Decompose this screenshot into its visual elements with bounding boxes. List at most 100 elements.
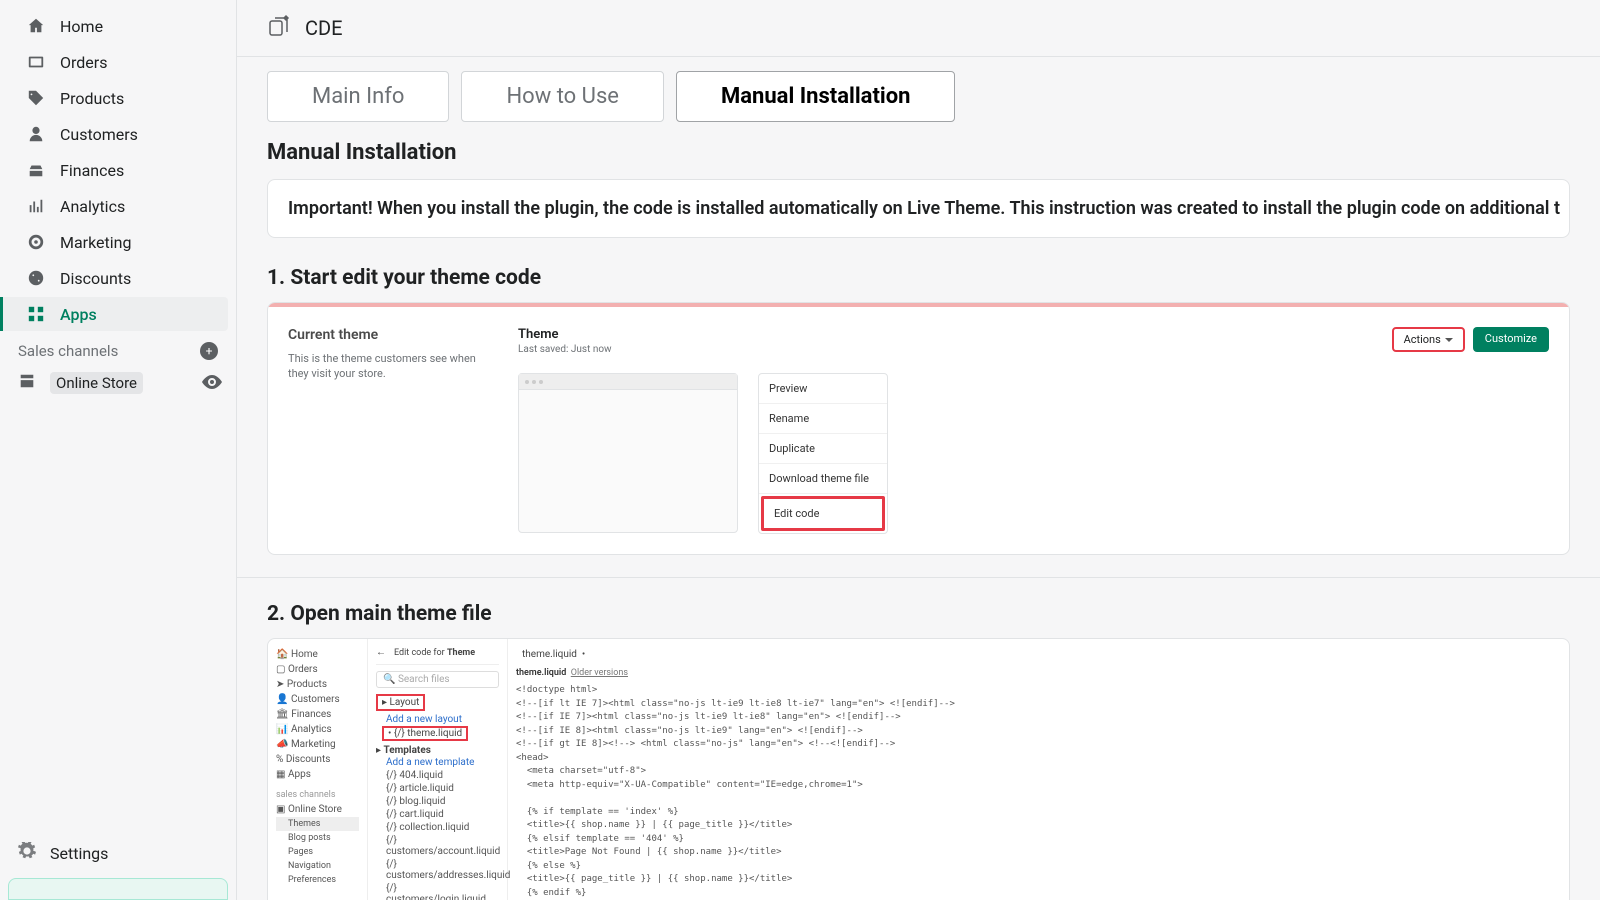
mini-nav-finances: 🏛 Finances	[276, 707, 359, 722]
settings-label: Settings	[50, 844, 108, 863]
customers-icon	[26, 124, 46, 144]
apps-icon	[26, 304, 46, 324]
back-arrow-icon[interactable]: ←	[376, 647, 386, 658]
customize-button[interactable]: Customize	[1473, 327, 1549, 352]
file-tab-labels: theme.liquid Older versions	[516, 668, 1561, 678]
nav-label: Discounts	[60, 269, 131, 288]
nav-settings[interactable]: Settings	[0, 828, 236, 878]
templates-folder[interactable]: ▸ Templates	[376, 745, 499, 756]
file-tab[interactable]: theme.liquid •	[516, 647, 1561, 662]
dropdown-duplicate[interactable]: Duplicate	[759, 434, 887, 464]
nav-label: Apps	[60, 305, 97, 324]
dropdown-rename[interactable]: Rename	[759, 404, 887, 434]
mini-nav-customers: 👤 Customers	[276, 692, 359, 707]
sidebar: Home Orders Products Customers Finances …	[0, 0, 237, 900]
mini-nav-analytics: 📊 Analytics	[276, 722, 359, 737]
mini-nav-products: ➤ Products	[276, 677, 359, 692]
mini-nav-blog: Blog posts	[276, 831, 359, 845]
file-item[interactable]: {/} cart.liquid	[376, 808, 499, 821]
nav-online-store[interactable]: Online Store	[0, 366, 236, 400]
add-channel-button[interactable]: +	[200, 342, 218, 360]
layout-folder[interactable]: ▸ Layout	[376, 694, 425, 711]
page-title: Manual Installation	[237, 122, 1600, 179]
mini-nav-prefs: Preferences	[276, 873, 359, 887]
actions-button[interactable]: Actions	[1392, 327, 1465, 352]
step2-title: 2. Open main theme file	[237, 596, 1600, 638]
step2-screenshot: 🏠 Home ▢ Orders ➤ Products 👤 Customers 🏛…	[267, 638, 1570, 900]
mini-nav-online-store: ▣ Online Store	[276, 802, 359, 817]
actions-label: Actions	[1404, 333, 1441, 346]
actions-dropdown: Preview Rename Duplicate Download theme …	[758, 373, 888, 534]
important-notice: Important! When you install the plugin, …	[267, 179, 1570, 238]
file-item[interactable]: {/} 404.liquid	[376, 769, 499, 782]
analytics-icon	[26, 196, 46, 216]
mini-nav-pages: Pages	[276, 845, 359, 859]
bottom-notification-strip	[8, 878, 228, 900]
back-row: ← Edit code for Theme	[376, 647, 499, 665]
nav-finances[interactable]: Finances	[8, 153, 228, 187]
nav-label: Finances	[60, 161, 124, 180]
tab-main-info[interactable]: Main Info	[267, 71, 449, 122]
nav-analytics[interactable]: Analytics	[8, 189, 228, 223]
orders-icon	[26, 52, 46, 72]
theme-preview-mock	[518, 373, 738, 533]
nav-label: Products	[60, 89, 124, 108]
products-icon	[26, 88, 46, 108]
mini-nav-home: 🏠 Home	[276, 647, 359, 662]
mini-search[interactable]: 🔍 Search files	[376, 671, 499, 688]
nav-apps[interactable]: Apps	[0, 297, 228, 331]
nav-products[interactable]: Products	[8, 81, 228, 115]
main-content: CDE Main Info How to Use Manual Installa…	[237, 0, 1600, 900]
gear-icon	[18, 842, 36, 864]
nav-label: Home	[60, 17, 103, 36]
theme-liquid-file[interactable]: • {/} theme.liquid	[382, 726, 468, 741]
mini-nav-orders: ▢ Orders	[276, 662, 359, 677]
nav-label: Customers	[60, 125, 138, 144]
step1-screenshot: Current theme This is the theme customer…	[267, 302, 1570, 555]
tabs: Main Info How to Use Manual Installation	[237, 57, 1600, 122]
add-template-link[interactable]: Add a new template	[376, 756, 499, 769]
add-layout-link[interactable]: Add a new layout	[376, 713, 499, 726]
store-icon	[18, 372, 36, 394]
tab-how-to-use[interactable]: How to Use	[461, 71, 664, 122]
edit-code-for: Edit code for Theme	[394, 648, 475, 658]
tab-manual-installation[interactable]: Manual Installation	[676, 71, 955, 122]
home-icon	[26, 16, 46, 36]
app-header: CDE	[237, 0, 1600, 57]
file-item[interactable]: {/} article.liquid	[376, 782, 499, 795]
file-item[interactable]: {/} collection.liquid	[376, 821, 499, 834]
nav-label: Orders	[60, 53, 107, 72]
app-logo-icon	[267, 14, 291, 42]
mini-nav-navigation: Navigation	[276, 859, 359, 873]
code-editor[interactable]: <!doctype html> <!--[if lt IE 7]><html c…	[516, 684, 1561, 900]
mini-nav-marketing: 📣 Marketing	[276, 737, 359, 752]
dropdown-edit-code[interactable]: Edit code	[761, 496, 885, 531]
dropdown-preview[interactable]: Preview	[759, 374, 887, 404]
app-title: CDE	[305, 16, 343, 40]
view-store-icon[interactable]	[202, 374, 222, 393]
file-item[interactable]: {/} blog.liquid	[376, 795, 499, 808]
nav-marketing[interactable]: Marketing	[8, 225, 228, 259]
finances-icon	[26, 160, 46, 180]
mini-nav-sales-channels: sales channels	[276, 788, 359, 802]
marketing-icon	[26, 232, 46, 252]
caret-down-icon	[1445, 338, 1453, 342]
nav-orders[interactable]: Orders	[8, 45, 228, 79]
mini-nav-apps: ▦ Apps	[276, 767, 359, 782]
dropdown-download[interactable]: Download theme file	[759, 464, 887, 494]
nav-label: Analytics	[60, 197, 125, 216]
file-item[interactable]: {/} customers/account.liquid	[376, 834, 499, 858]
discounts-icon	[26, 268, 46, 288]
theme-saved: Last saved: Just now	[518, 344, 612, 355]
sales-channels-label: Sales channels	[18, 342, 118, 360]
file-item[interactable]: {/} customers/addresses.liquid	[376, 858, 499, 882]
nav-discounts[interactable]: Discounts	[8, 261, 228, 295]
current-theme-desc: This is the theme customers see when the…	[288, 351, 488, 382]
nav-home[interactable]: Home	[8, 9, 228, 43]
current-theme-label: Current theme	[288, 327, 488, 343]
nav-label: Marketing	[60, 233, 131, 252]
file-item[interactable]: {/} customers/login.liquid	[376, 882, 499, 900]
online-store-label: Online Store	[50, 372, 143, 394]
mini-nav-discounts: % Discounts	[276, 752, 359, 767]
nav-customers[interactable]: Customers	[8, 117, 228, 151]
